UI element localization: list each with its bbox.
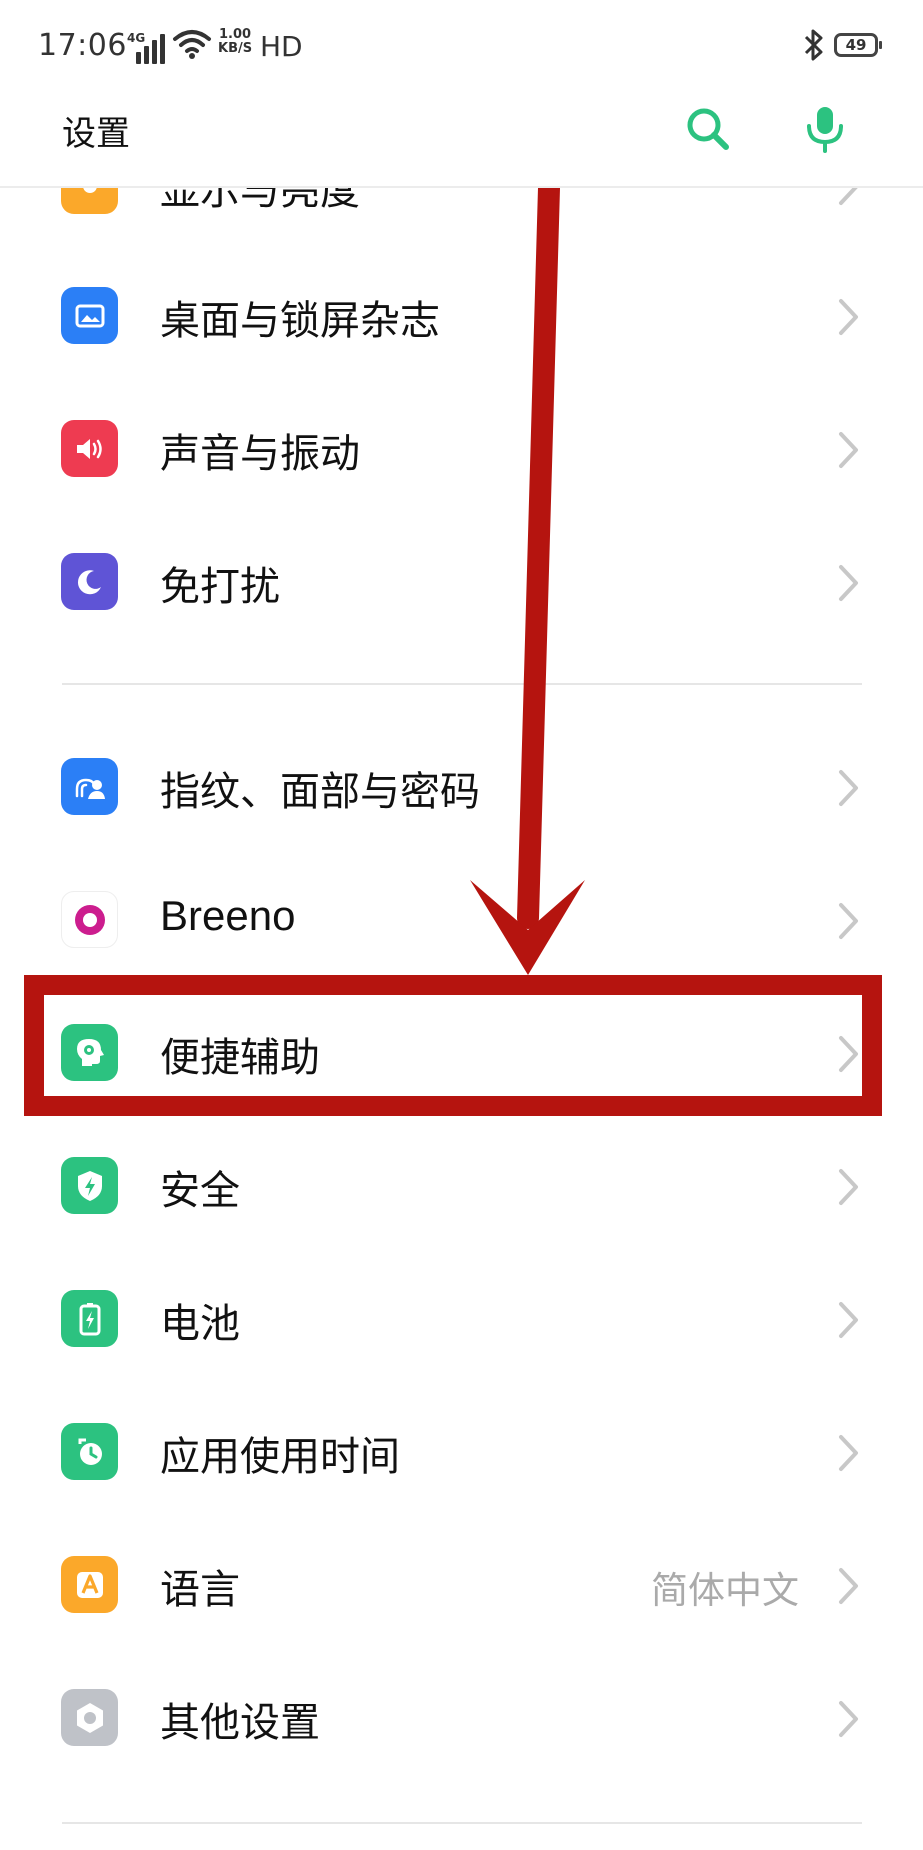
language-icon bbox=[61, 1556, 118, 1613]
settings-item-label: 安全 bbox=[160, 1168, 240, 1214]
page-title: 设置 bbox=[62, 114, 130, 154]
chevron-right-icon bbox=[839, 1169, 858, 1205]
app-time-icon bbox=[61, 1423, 118, 1480]
wifi-icon bbox=[173, 30, 211, 59]
settings-item-breeno[interactable]: Breeno bbox=[0, 853, 923, 986]
mic-icon[interactable] bbox=[800, 104, 850, 154]
battery-level: 49 bbox=[845, 36, 867, 54]
section-divider bbox=[62, 1822, 862, 1824]
settings-item-value: 简体中文 bbox=[651, 1569, 799, 1612]
settings-item-label: 语言 bbox=[160, 1567, 240, 1613]
chevron-right-icon bbox=[839, 432, 858, 468]
settings-item-label: 应用使用时间 bbox=[160, 1434, 400, 1480]
settings-item-do-not-disturb[interactable]: 免打扰 bbox=[0, 515, 923, 648]
chevron-right-icon bbox=[839, 770, 858, 806]
chevron-right-icon bbox=[839, 903, 858, 939]
settings-item-label: 其他设置 bbox=[160, 1700, 320, 1746]
app-header: 设置 bbox=[0, 92, 923, 188]
settings-item-biometrics[interactable]: 指纹、面部与密码 bbox=[0, 720, 923, 853]
chevron-right-icon bbox=[839, 1435, 858, 1471]
section-divider bbox=[62, 683, 862, 685]
settings-item-label: 免打扰 bbox=[160, 564, 280, 610]
settings-item-app-usage-time[interactable]: 应用使用时间 bbox=[0, 1385, 923, 1518]
settings-item-label: Breeno bbox=[160, 892, 296, 939]
chevron-right-icon bbox=[839, 1568, 858, 1604]
chevron-right-icon bbox=[839, 565, 858, 601]
shield-icon bbox=[61, 1157, 118, 1214]
status-bar: 17:06 4G 1.00 KB/S HD 49 bbox=[0, 0, 923, 92]
settings-item-label: 电池 bbox=[160, 1301, 240, 1347]
speaker-icon bbox=[61, 420, 118, 477]
status-time: 17:06 bbox=[38, 28, 127, 63]
chevron-right-icon bbox=[839, 299, 858, 335]
search-icon[interactable] bbox=[685, 106, 731, 152]
settings-item-other[interactable]: 其他设置 bbox=[0, 1651, 923, 1784]
network-speed-unit: KB/S bbox=[218, 41, 253, 56]
chevron-right-icon bbox=[839, 1701, 858, 1737]
moon-icon bbox=[61, 553, 118, 610]
settings-item-battery[interactable]: 电池 bbox=[0, 1252, 923, 1385]
breeno-icon bbox=[61, 891, 118, 948]
battery-icon: 49 bbox=[834, 33, 882, 57]
settings-item-language[interactable]: 语言 简体中文 bbox=[0, 1518, 923, 1651]
bluetooth-icon bbox=[804, 29, 823, 61]
chevron-right-icon bbox=[839, 1302, 858, 1338]
network-speed: 1.00 KB/S bbox=[218, 28, 252, 56]
hd-indicator: HD bbox=[260, 30, 303, 63]
settings-item-label: 声音与振动 bbox=[160, 431, 360, 477]
settings-item-sound[interactable]: 声音与振动 bbox=[0, 382, 923, 515]
settings-item-wallpaper[interactable]: 桌面与锁屏杂志 bbox=[0, 249, 923, 382]
hexagon-icon bbox=[61, 1689, 118, 1746]
settings-item-security[interactable]: 安全 bbox=[0, 1119, 923, 1252]
battery-charge-icon bbox=[61, 1290, 118, 1347]
signal-icon bbox=[136, 28, 165, 64]
wallpaper-icon bbox=[61, 287, 118, 344]
settings-item-label: 桌面与锁屏杂志 bbox=[160, 298, 440, 344]
network-speed-value: 1.00 bbox=[219, 27, 252, 42]
annotation-highlight-box bbox=[24, 975, 882, 1116]
settings-item-label: 指纹、面部与密码 bbox=[160, 769, 480, 815]
fingerprint-user-icon bbox=[61, 758, 118, 815]
